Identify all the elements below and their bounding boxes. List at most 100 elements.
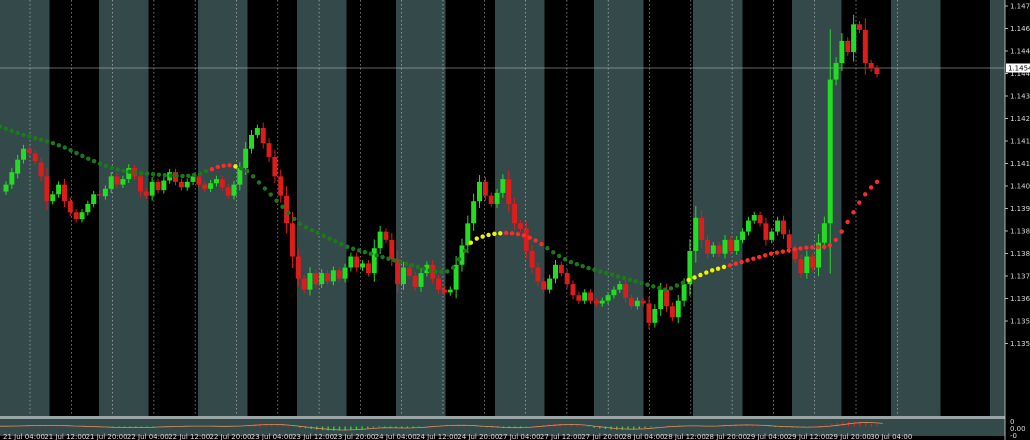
candle[interactable] (3, 184, 9, 192)
candle[interactable] (436, 278, 442, 290)
candle[interactable] (617, 284, 623, 290)
candle[interactable] (15, 159, 21, 174)
candle[interactable] (798, 259, 804, 274)
candle[interactable] (50, 194, 56, 202)
candle[interactable] (710, 245, 716, 254)
candle[interactable] (196, 176, 202, 185)
candle[interactable] (517, 223, 523, 229)
candle[interactable] (862, 29, 868, 64)
candle[interactable] (336, 270, 342, 279)
candle[interactable] (652, 309, 658, 323)
candle[interactable] (149, 181, 155, 196)
candle[interactable] (155, 181, 161, 191)
candle[interactable] (360, 263, 366, 268)
candle[interactable] (325, 273, 331, 282)
candle[interactable] (628, 297, 634, 307)
candle[interactable] (775, 220, 781, 232)
candle[interactable] (558, 264, 564, 274)
candle[interactable] (482, 181, 488, 196)
candle[interactable] (570, 284, 576, 296)
candle[interactable] (716, 245, 722, 254)
candle[interactable] (664, 289, 670, 307)
candle[interactable] (529, 250, 535, 268)
candle[interactable] (704, 239, 710, 254)
candle[interactable] (740, 231, 746, 240)
candle[interactable] (839, 40, 845, 64)
candle[interactable] (564, 273, 570, 285)
candle[interactable] (821, 223, 827, 243)
candle[interactable] (114, 176, 120, 185)
candle[interactable] (856, 24, 862, 30)
candle[interactable] (371, 248, 377, 274)
candle[interactable] (476, 181, 482, 202)
candle[interactable] (599, 300, 605, 304)
candle[interactable] (500, 179, 506, 193)
candle[interactable] (38, 162, 44, 177)
candle[interactable] (354, 256, 360, 268)
candle[interactable] (646, 303, 652, 323)
candle[interactable] (56, 184, 62, 195)
candle[interactable] (301, 278, 307, 290)
candle[interactable] (67, 201, 73, 213)
candle[interactable] (523, 228, 529, 251)
candle[interactable] (21, 148, 27, 160)
candle[interactable] (611, 289, 617, 296)
candle[interactable] (406, 267, 412, 276)
candle[interactable] (552, 264, 558, 279)
candle[interactable] (722, 239, 728, 254)
candle[interactable] (213, 179, 219, 184)
candle[interactable] (231, 184, 237, 196)
candle[interactable] (377, 231, 383, 249)
candle[interactable] (73, 212, 79, 220)
candle[interactable] (757, 215, 763, 224)
candle[interactable] (763, 223, 769, 240)
candle[interactable] (383, 231, 389, 240)
candle[interactable] (576, 295, 582, 301)
candle[interactable] (208, 183, 214, 189)
candle[interactable] (289, 223, 295, 257)
candle[interactable] (137, 176, 143, 192)
candle[interactable] (769, 231, 775, 240)
candle[interactable] (471, 201, 477, 224)
candle[interactable] (681, 284, 687, 301)
candle[interactable] (541, 281, 547, 290)
candle[interactable] (79, 212, 85, 220)
candle[interactable] (295, 256, 301, 279)
candle[interactable] (833, 63, 839, 80)
candle[interactable] (693, 217, 699, 251)
candle[interactable] (506, 179, 512, 204)
candle[interactable] (342, 267, 348, 279)
candle[interactable] (605, 295, 611, 301)
candle[interactable] (85, 203, 91, 213)
candle[interactable] (851, 24, 857, 52)
candle[interactable] (313, 273, 319, 285)
candle[interactable] (745, 220, 751, 232)
candle[interactable] (512, 203, 518, 224)
candle[interactable] (827, 79, 833, 224)
candle[interactable] (810, 256, 816, 268)
candle[interactable] (675, 300, 681, 318)
candle[interactable] (488, 195, 494, 204)
candle[interactable] (330, 270, 336, 282)
candle[interactable] (593, 300, 599, 304)
candle[interactable] (44, 176, 50, 202)
candle[interactable] (319, 273, 325, 285)
candle[interactable] (26, 148, 32, 153)
candle[interactable] (32, 153, 38, 162)
candle[interactable] (441, 289, 447, 293)
candle[interactable] (260, 127, 266, 144)
candle[interactable] (249, 134, 255, 149)
candle[interactable] (418, 273, 424, 287)
candle[interactable] (547, 278, 553, 290)
candle[interactable] (202, 184, 208, 189)
candle[interactable] (868, 63, 874, 69)
candle[interactable] (588, 292, 594, 301)
candle[interactable] (494, 192, 500, 204)
candle[interactable] (307, 273, 313, 290)
candle[interactable] (658, 289, 664, 310)
candle[interactable] (348, 256, 354, 268)
candle[interactable] (412, 275, 418, 287)
candle[interactable] (91, 194, 97, 204)
candle[interactable] (459, 245, 465, 265)
candle[interactable] (535, 267, 541, 282)
